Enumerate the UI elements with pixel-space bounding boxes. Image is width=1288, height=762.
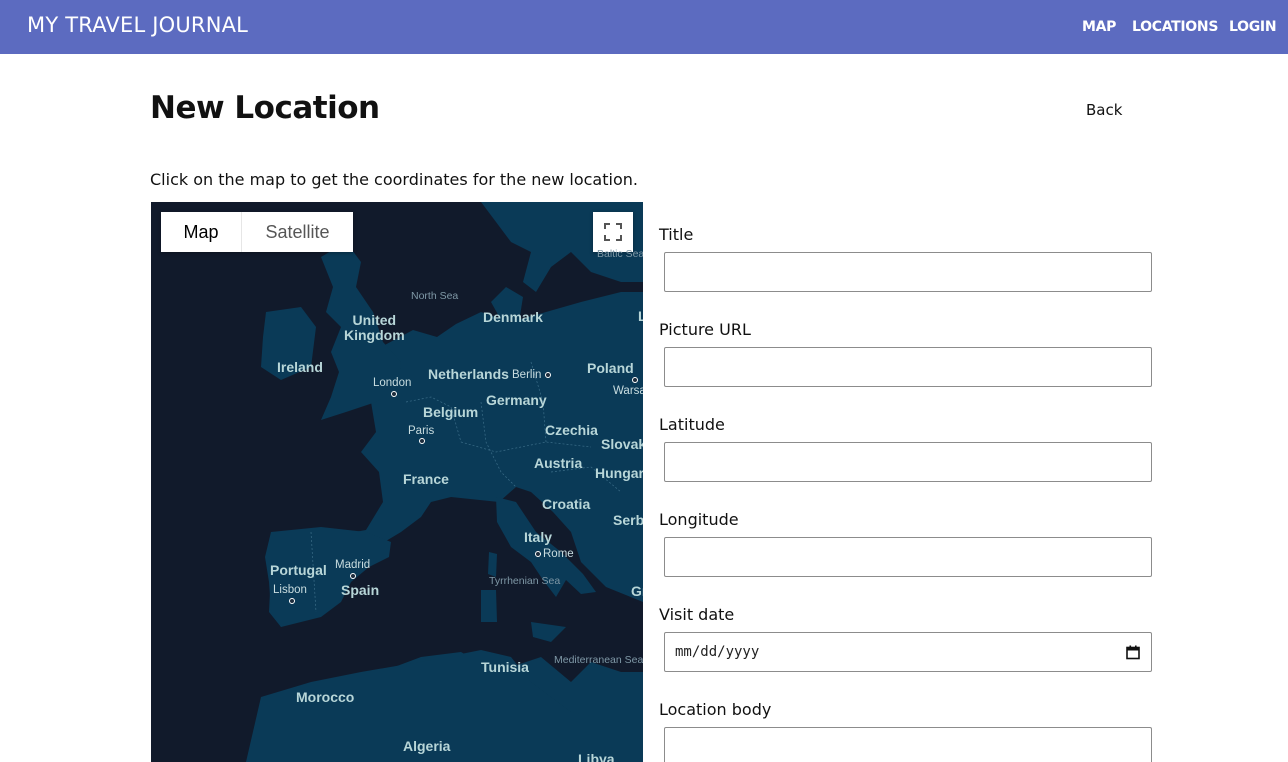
city-marker-berlin [545, 372, 551, 378]
brand-title[interactable]: MY TRAVEL JOURNAL [27, 13, 248, 37]
city-marker-warsaw [632, 377, 638, 383]
visit-date-label: Visit date [659, 605, 735, 624]
city-marker-lisbon [289, 598, 295, 604]
calendar-icon[interactable] [1126, 645, 1140, 660]
map-label-libya: Libya [578, 751, 615, 762]
map-label-slovakia: Slovak [601, 436, 643, 452]
fullscreen-button[interactable] [593, 212, 633, 252]
map-label-netherlands: Netherlands [428, 366, 509, 382]
page-title: New Location [150, 90, 380, 126]
map-label-london: London [373, 377, 412, 389]
map-label-baltic-sea: Baltic Sea [597, 248, 643, 260]
map-label-united-kingdom: United Kingdom [344, 312, 405, 343]
map-label-greece: Gr [631, 583, 643, 599]
map-label-croatia: Croatia [542, 496, 591, 512]
map-label-warsaw: Warsa [613, 385, 643, 397]
longitude-label: Longitude [659, 510, 739, 529]
map-label-north-sea: North Sea [411, 290, 459, 302]
top-navbar: MY TRAVEL JOURNAL MAP LOCATIONS LOGIN [0, 0, 1288, 54]
map-label-paris: Paris [408, 425, 435, 437]
map-type-map-button[interactable]: Map [161, 212, 242, 252]
map-label-portugal: Portugal [270, 562, 327, 578]
map-label-poland: Poland [587, 360, 634, 376]
map-label-spain: Spain [341, 582, 380, 598]
visit-date-input[interactable]: mm/dd/yyyy [664, 632, 1152, 672]
map-label-denmark: Denmark [483, 309, 543, 325]
map-label-morocco: Morocco [296, 689, 355, 705]
location-body-textarea[interactable] [664, 727, 1152, 762]
map-label-tunisia: Tunisia [481, 659, 529, 675]
title-label: Title [659, 225, 694, 244]
title-input[interactable] [664, 252, 1152, 292]
map-label-italy: Italy [524, 529, 553, 545]
map-label-berlin: Berlin [512, 369, 542, 381]
location-map[interactable]: Map Satellite Baltic Sea North Sea Tyrrh… [151, 202, 643, 762]
map-label-germany: Germany [486, 392, 547, 408]
map-label-hungary: Hungary [595, 465, 643, 481]
map-type-satellite-button[interactable]: Satellite [242, 212, 353, 252]
map-label-rome: Rome [543, 548, 574, 560]
map-label-czechia: Czechia [545, 422, 598, 438]
map-label-lisbon: Lisbon [273, 584, 307, 596]
city-marker-madrid [350, 573, 356, 579]
map-label-madrid: Madrid [335, 559, 371, 571]
map-label-austria: Austria [534, 455, 583, 471]
map-instruction: Click on the map to get the coordinates … [150, 170, 638, 189]
picture-url-label: Picture URL [659, 320, 751, 339]
map-type-control: Map Satellite [161, 212, 353, 252]
latitude-input[interactable] [664, 442, 1152, 482]
nav-link-login[interactable]: LOGIN [1229, 19, 1277, 35]
city-marker-rome [535, 551, 541, 557]
visit-date-placeholder: mm/dd/yyyy [675, 644, 760, 660]
city-marker-paris [419, 438, 425, 444]
map-label-mediterranean-sea: Mediterranean Sea [554, 654, 643, 666]
nav-link-locations[interactable]: LOCATIONS [1132, 19, 1218, 35]
back-link[interactable]: Back [1086, 101, 1122, 119]
map-label-france: France [403, 471, 449, 487]
map-label-tyrrhenian-sea: Tyrrhenian Sea [489, 575, 561, 587]
map-label-algeria: Algeria [403, 738, 451, 754]
longitude-input[interactable] [664, 537, 1152, 577]
nav-link-map[interactable]: MAP [1082, 19, 1116, 35]
map-label-lithuania: L [638, 308, 643, 324]
city-marker-london [391, 391, 397, 397]
latitude-label: Latitude [659, 415, 725, 434]
location-body-label: Location body [659, 700, 772, 719]
map-label-ireland: Ireland [277, 359, 323, 375]
fullscreen-icon [604, 223, 622, 241]
map-label-belgium: Belgium [423, 404, 479, 420]
map-canvas[interactable] [151, 202, 643, 762]
picture-url-input[interactable] [664, 347, 1152, 387]
map-label-serbia: Serb [613, 512, 643, 528]
